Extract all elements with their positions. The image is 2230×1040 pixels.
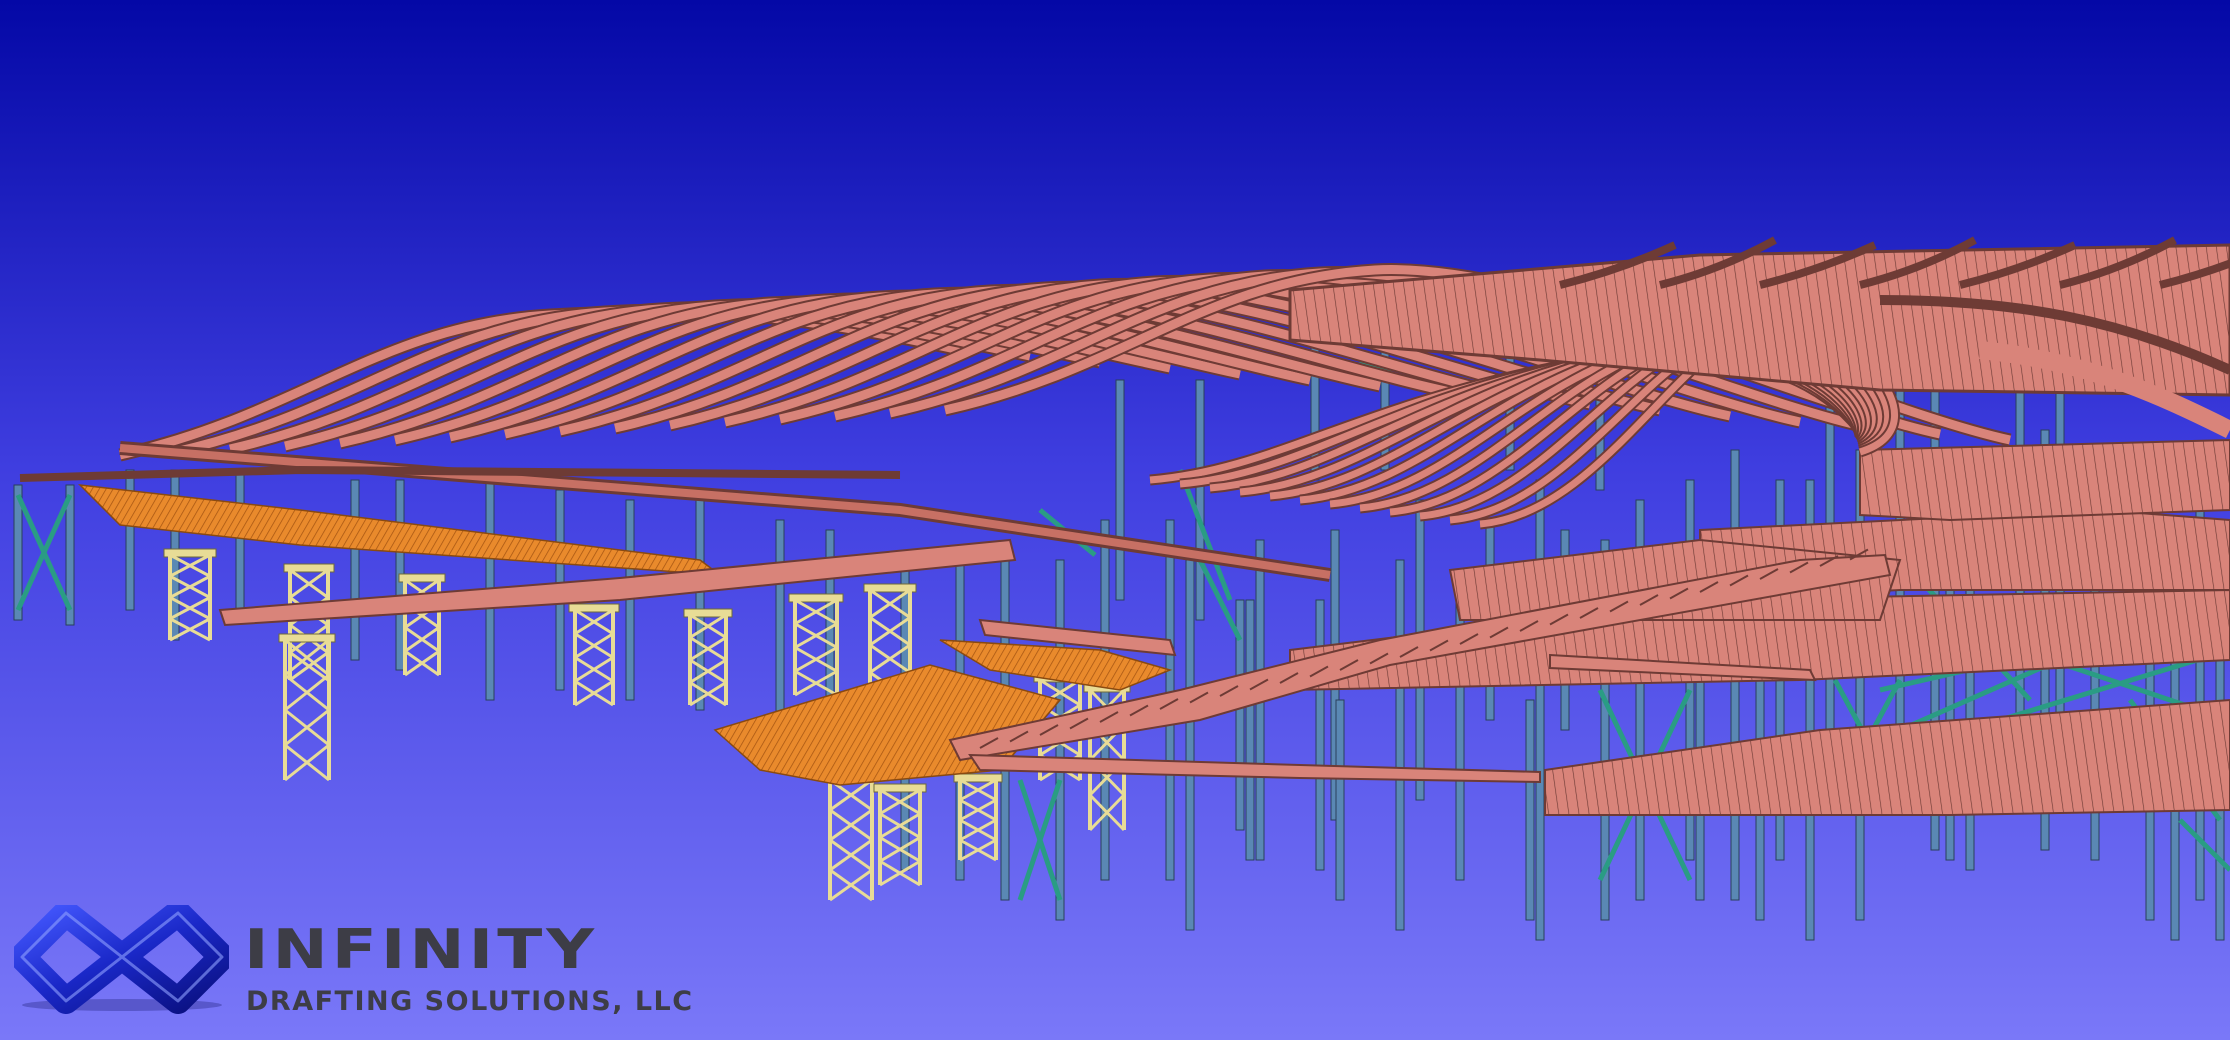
column-54 — [1115, 379, 1125, 601]
column-58 — [1315, 599, 1325, 871]
column-17 — [1100, 519, 1110, 881]
column-55 — [1195, 379, 1205, 621]
brand-tagline: DRAFTING SOLUTIONS, LLC — [246, 986, 694, 1017]
column-11 — [775, 519, 785, 721]
steel-structure-render — [0, 0, 2230, 1040]
column-57 — [1245, 599, 1255, 861]
column-4 — [235, 469, 245, 621]
column-19 — [1185, 559, 1195, 931]
infinity-knot-icon — [14, 905, 229, 1014]
column-40 — [1855, 449, 1865, 921]
column-59 — [1335, 699, 1345, 901]
brand-name: INFINITY — [244, 918, 599, 982]
company-logo: INFINITY DRAFTING SOLUTIONS, LLC — [14, 905, 694, 1025]
column-61 — [1525, 699, 1535, 921]
model-viewport: INFINITY DRAFTING SOLUTIONS, LLC — [0, 0, 2230, 1040]
column-5 — [350, 479, 360, 661]
column-24 — [1395, 559, 1405, 931]
column-28 — [1535, 479, 1545, 941]
floor-deck-3 — [1859, 438, 2230, 522]
